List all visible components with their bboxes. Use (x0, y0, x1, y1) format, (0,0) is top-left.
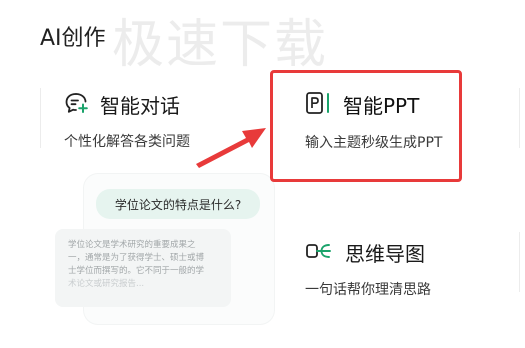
card-smart-chat[interactable]: 智能对话 个性化解答各类问题 (64, 90, 190, 151)
arrow-annotation-icon (196, 128, 266, 168)
preview-question-bubble: 学位论文的特点是什么? (96, 189, 260, 219)
card-mind-map[interactable]: 思维导图 一句话帮你理清思路 (305, 238, 431, 299)
divider-right-lower (519, 232, 520, 292)
card-head: 思维导图 (305, 238, 431, 267)
watermark: 极速下载 (112, 15, 329, 75)
card-title: 智能对话 (100, 94, 180, 118)
card-subtitle: 个性化解答各类问题 (64, 134, 190, 150)
preview-answer-line: 一，通常是为了获得学士、硕士或博 (68, 253, 205, 263)
preview-answer-line: 士学位而撰写的。它不同于一般的学 (68, 266, 205, 276)
section-title: AI创作 (40, 26, 106, 51)
card-subtitle: 一句话帮你理清思路 (305, 282, 431, 298)
divider-right (519, 88, 520, 148)
card-head: 智能对话 (64, 90, 190, 119)
preview-answer-line: 术论文或研究报告... (68, 279, 145, 289)
chat-bubble-plus-icon (64, 91, 90, 119)
mind-map-icon (305, 239, 335, 267)
highlight-frame (270, 70, 462, 182)
preview-answer-bubble: 学位论文是学术研究的重要成果之 一，通常是为了获得学士、硕士或博 士学位而撰写的… (55, 229, 231, 307)
card-title: 思维导图 (345, 242, 425, 266)
divider-left (40, 88, 41, 148)
preview-answer-line: 学位论文是学术研究的重要成果之 (68, 240, 196, 250)
